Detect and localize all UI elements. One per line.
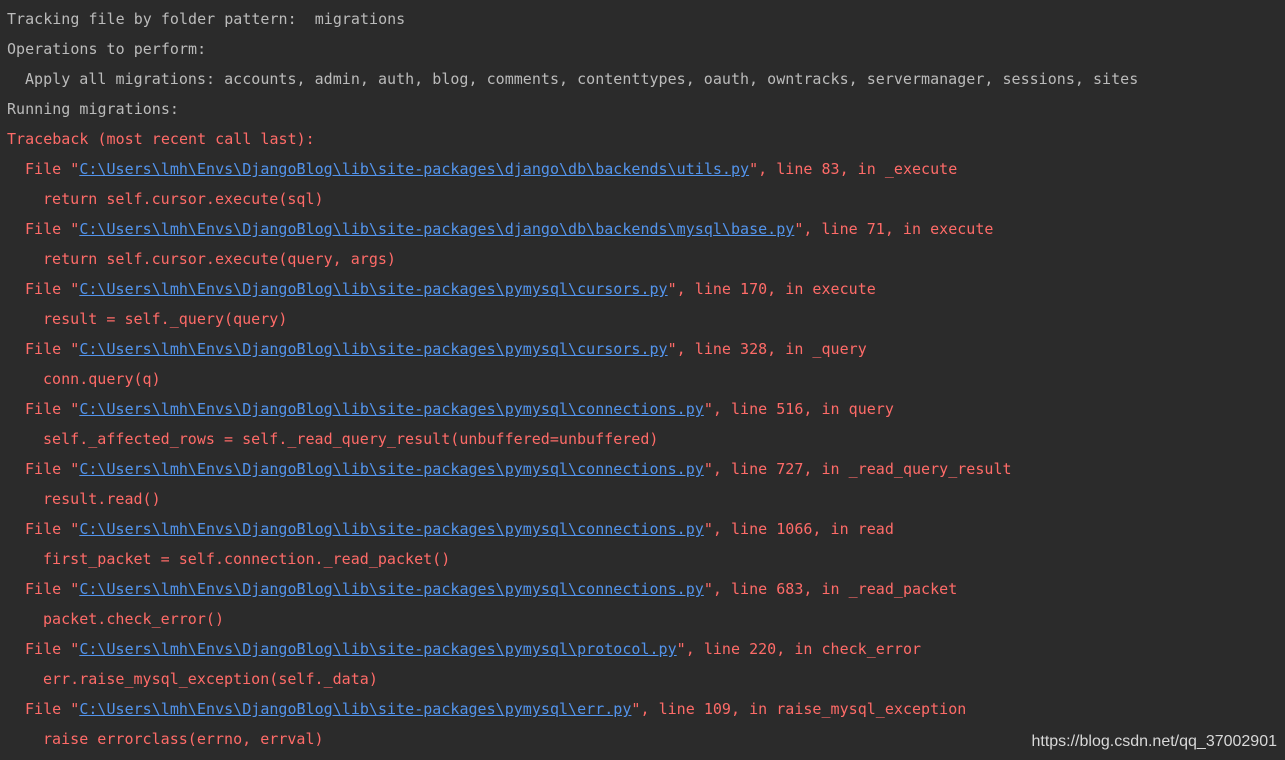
traceback-code-line: conn.query(q) <box>43 370 161 388</box>
file-prefix: File " <box>25 220 80 238</box>
traceback-code-line: return self.cursor.execute(query, args) <box>43 250 396 268</box>
file-path-link[interactable]: C:\Users\lmh\Envs\DjangoBlog\lib\site-pa… <box>79 400 704 418</box>
tracking-line: Tracking file by folder pattern: migrati… <box>7 10 406 28</box>
apply-all-line: Apply all migrations: accounts, admin, a… <box>25 70 1139 88</box>
file-suffix: ", line 220, in check_error <box>676 640 922 658</box>
file-suffix: ", line 516, in query <box>703 400 894 418</box>
file-path-link[interactable]: C:\Users\lmh\Envs\DjangoBlog\lib\site-pa… <box>79 340 667 358</box>
traceback-file-line: File "C:\Users\lmh\Envs\DjangoBlog\lib\s… <box>7 634 1285 664</box>
file-suffix: ", line 170, in execute <box>667 280 876 298</box>
file-prefix: File " <box>25 520 80 538</box>
file-suffix: ", line 109, in raise_mysql_exception <box>631 700 967 718</box>
traceback-file-line: File "C:\Users\lmh\Envs\DjangoBlog\lib\s… <box>7 274 1285 304</box>
traceback-code-line: result.read() <box>43 490 161 508</box>
traceback-file-line: File "C:\Users\lmh\Envs\DjangoBlog\lib\s… <box>7 514 1285 544</box>
traceback-code-line: first_packet = self.connection._read_pac… <box>43 550 451 568</box>
traceback-code-line: packet.check_error() <box>43 610 225 628</box>
traceback-code-line: self._affected_rows = self._read_query_r… <box>43 430 659 448</box>
file-prefix: File " <box>25 400 80 418</box>
traceback-file-line: File "C:\Users\lmh\Envs\DjangoBlog\lib\s… <box>7 214 1285 244</box>
file-prefix: File " <box>25 700 80 718</box>
file-prefix: File " <box>25 160 80 178</box>
file-prefix: File " <box>25 340 80 358</box>
traceback-file-line: File "C:\Users\lmh\Envs\DjangoBlog\lib\s… <box>7 154 1285 184</box>
file-suffix: ", line 328, in _query <box>667 340 867 358</box>
file-path-link[interactable]: C:\Users\lmh\Envs\DjangoBlog\lib\site-pa… <box>79 460 704 478</box>
file-prefix: File " <box>25 460 80 478</box>
file-path-link[interactable]: C:\Users\lmh\Envs\DjangoBlog\lib\site-pa… <box>79 580 704 598</box>
running-migrations-line: Running migrations: <box>7 100 179 118</box>
traceback-file-line: File "C:\Users\lmh\Envs\DjangoBlog\lib\s… <box>7 394 1285 424</box>
file-path-link[interactable]: C:\Users\lmh\Envs\DjangoBlog\lib\site-pa… <box>79 700 631 718</box>
file-suffix: ", line 71, in execute <box>794 220 994 238</box>
file-suffix: ", line 683, in _read_packet <box>703 580 958 598</box>
traceback-code-line: return self.cursor.execute(sql) <box>43 190 324 208</box>
traceback-file-line: File "C:\Users\lmh\Envs\DjangoBlog\lib\s… <box>7 694 1285 724</box>
operations-header: Operations to perform: <box>7 40 207 58</box>
traceback-file-line: File "C:\Users\lmh\Envs\DjangoBlog\lib\s… <box>7 454 1285 484</box>
file-path-link[interactable]: C:\Users\lmh\Envs\DjangoBlog\lib\site-pa… <box>79 280 667 298</box>
file-prefix: File " <box>25 580 80 598</box>
file-prefix: File " <box>25 640 80 658</box>
traceback-code-line: result = self._query(query) <box>43 310 288 328</box>
file-suffix: ", line 83, in _execute <box>749 160 958 178</box>
file-path-link[interactable]: C:\Users\lmh\Envs\DjangoBlog\lib\site-pa… <box>79 640 676 658</box>
file-path-link[interactable]: C:\Users\lmh\Envs\DjangoBlog\lib\site-pa… <box>79 520 704 538</box>
traceback-code-line: err.raise_mysql_exception(self._data) <box>43 670 378 688</box>
file-suffix: ", line 1066, in read <box>703 520 894 538</box>
console-output: Tracking file by folder pattern: migrati… <box>0 0 1285 760</box>
file-prefix: File " <box>25 280 80 298</box>
traceback-file-line: File "C:\Users\lmh\Envs\DjangoBlog\lib\s… <box>7 574 1285 604</box>
traceback-file-line: File "C:\Users\lmh\Envs\DjangoBlog\lib\s… <box>7 334 1285 364</box>
watermark-url: https://blog.csdn.net/qq_37002901 <box>1031 733 1277 750</box>
file-path-link[interactable]: C:\Users\lmh\Envs\DjangoBlog\lib\site-pa… <box>79 220 794 238</box>
file-suffix: ", line 727, in _read_query_result <box>703 460 1012 478</box>
file-path-link[interactable]: C:\Users\lmh\Envs\DjangoBlog\lib\site-pa… <box>79 160 749 178</box>
traceback-header: Traceback (most recent call last): <box>7 130 315 148</box>
